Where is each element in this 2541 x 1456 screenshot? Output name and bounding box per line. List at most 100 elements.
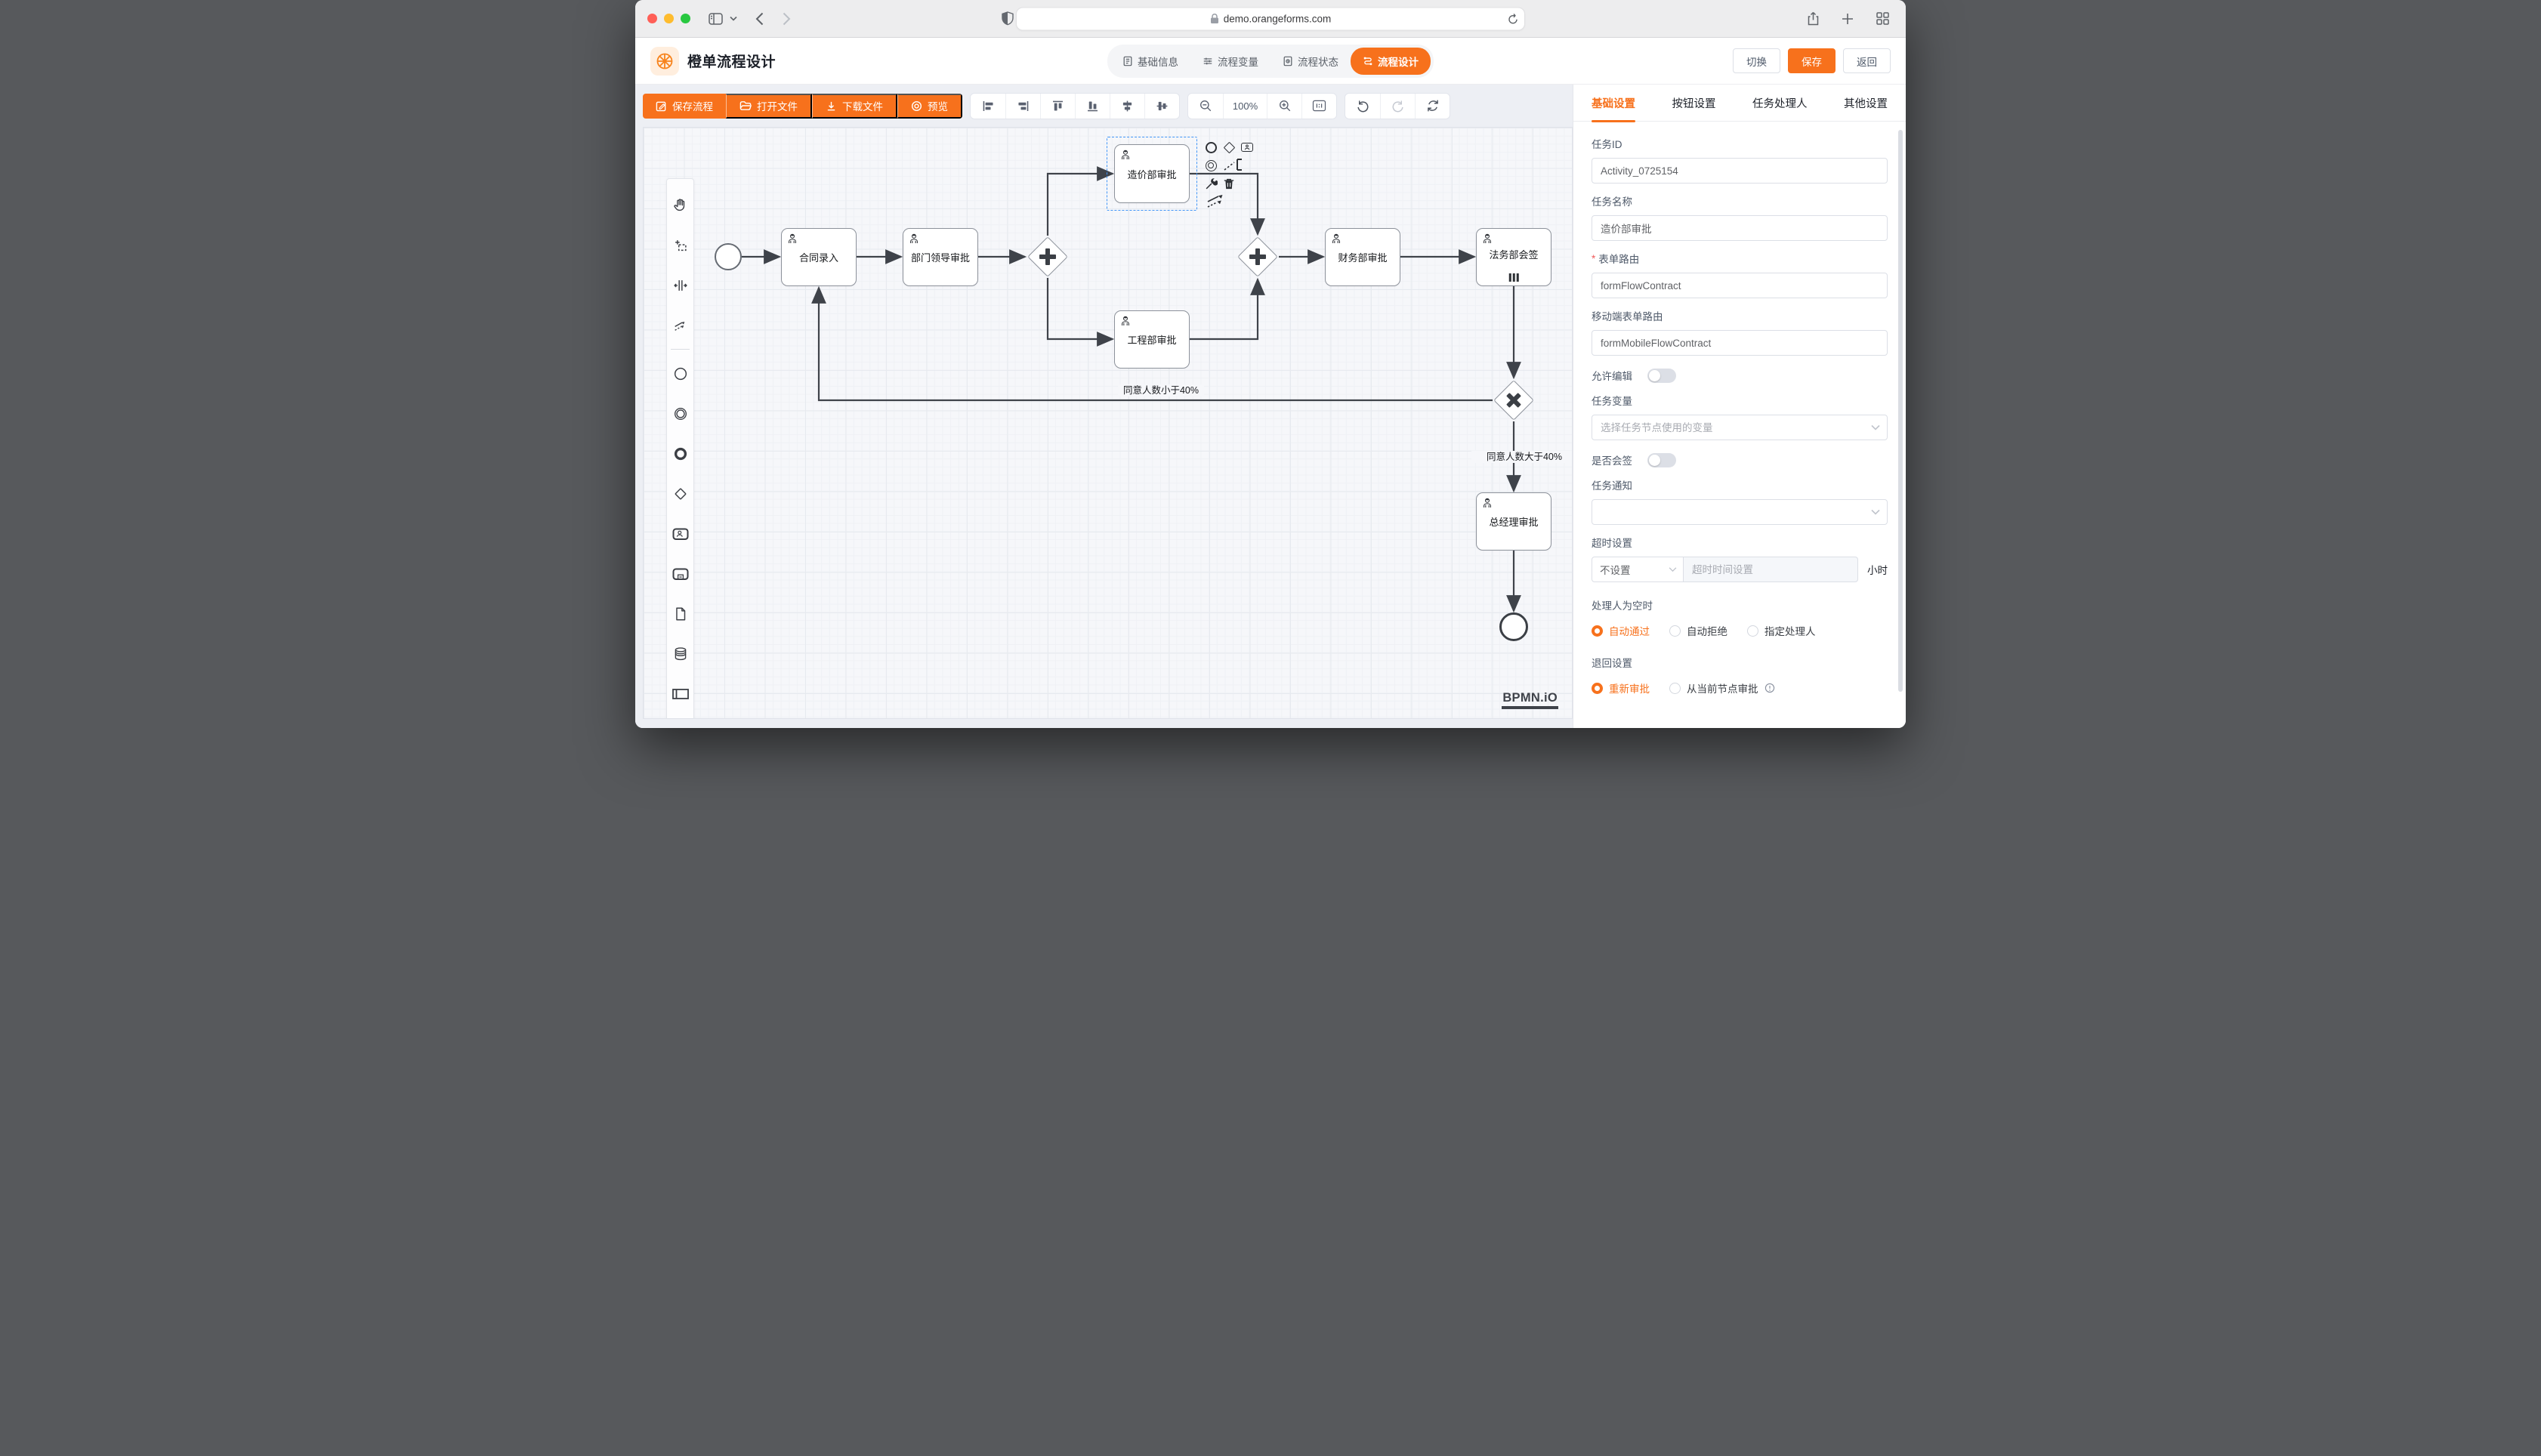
task-gm-approval[interactable]: 总经理审批 <box>1476 492 1551 551</box>
switch-button[interactable]: 切换 <box>1733 48 1780 73</box>
save-button[interactable]: 保存 <box>1788 48 1836 73</box>
tab-task-assignee[interactable]: 任务处理人 <box>1752 85 1808 122</box>
change-type-wrench-icon[interactable] <box>1203 176 1218 191</box>
connect-tool-icon[interactable] <box>1203 194 1229 209</box>
timeout-mode-select[interactable]: 不设置 <box>1592 557 1684 582</box>
create-group-icon[interactable] <box>666 714 694 719</box>
create-intermediate-event-icon[interactable] <box>666 393 694 433</box>
info-icon[interactable] <box>1764 683 1775 693</box>
task-finance-dept-approval[interactable]: 财务部审批 <box>1325 228 1400 286</box>
form-route-input[interactable] <box>1592 273 1888 298</box>
space-tool-icon[interactable] <box>666 265 694 305</box>
radio-from-current-node[interactable]: 从当前节点审批 <box>1669 680 1775 696</box>
zoom-level[interactable]: 100% <box>1223 94 1267 119</box>
task-variable-select[interactable] <box>1592 415 1888 440</box>
task-id-input[interactable] <box>1592 158 1888 184</box>
align-left-button[interactable] <box>971 94 1005 119</box>
append-gateway-icon[interactable] <box>1221 140 1237 155</box>
create-data-object-icon[interactable] <box>666 594 694 634</box>
append-user-task-icon[interactable] <box>1240 140 1255 155</box>
align-right-button[interactable] <box>1005 94 1040 119</box>
save-flow-button[interactable]: 保存流程 <box>643 94 726 119</box>
reload-icon[interactable] <box>1508 13 1518 24</box>
download-file-button[interactable]: 下载文件 <box>812 94 897 119</box>
panel-scrollbar[interactable] <box>1898 130 1903 692</box>
edge-gateway-to-cost[interactable] <box>1048 174 1113 236</box>
close-window-button[interactable] <box>647 14 657 23</box>
tab-flow-status[interactable]: 流程状态 <box>1270 48 1351 75</box>
create-gateway-icon[interactable] <box>666 474 694 514</box>
undo-button[interactable] <box>1345 94 1380 119</box>
zoom-reset-button[interactable] <box>1301 94 1336 119</box>
start-event[interactable] <box>715 243 742 270</box>
redo-button[interactable] <box>1380 94 1415 119</box>
delete-trash-icon[interactable] <box>1221 176 1237 191</box>
parallel-gateway-split[interactable] <box>1027 236 1069 278</box>
new-tab-icon[interactable] <box>1836 8 1859 30</box>
timeout-value-input[interactable] <box>1684 557 1858 582</box>
tab-flow-variables[interactable]: 流程变量 <box>1190 48 1270 75</box>
global-connect-tool-icon[interactable] <box>666 305 694 345</box>
preview-button[interactable]: 预览 <box>897 94 962 119</box>
app-header: 橙单流程设计 基础信息 流程变量 流程状态 流程设计 切换 保存 返回 <box>635 38 1906 85</box>
create-end-event-icon[interactable] <box>666 433 694 474</box>
bpmn-canvas[interactable]: 合同录入 部门领导审批 造价部审批 <box>643 127 1573 719</box>
tab-other-settings[interactable]: 其他设置 <box>1844 85 1888 122</box>
context-pad <box>1203 140 1261 212</box>
radio-auto-approve[interactable]: 自动通过 <box>1592 623 1650 638</box>
tab-basic-settings[interactable]: 基础设置 <box>1592 85 1635 122</box>
open-file-button[interactable]: 打开文件 <box>726 94 812 119</box>
task-dept-leader-approval[interactable]: 部门领导审批 <box>903 228 978 286</box>
append-end-event-icon[interactable] <box>1203 140 1218 155</box>
align-top-button[interactable] <box>1040 94 1075 119</box>
minimize-window-button[interactable] <box>664 14 674 23</box>
zoom-out-button[interactable] <box>1188 94 1223 119</box>
align-bottom-button[interactable] <box>1075 94 1110 119</box>
edge-label-lt40[interactable]: 同意人数小于40% <box>1118 384 1204 396</box>
url-bar[interactable]: demo.orangeforms.com <box>1016 7 1525 30</box>
edge-gateway-to-engineering[interactable] <box>1048 278 1113 339</box>
exclusive-gateway[interactable] <box>1493 379 1535 421</box>
task-engineering-dept-approval[interactable]: 工程部审批 <box>1114 310 1190 369</box>
task-cost-dept-approval[interactable]: 造价部审批 <box>1114 144 1190 203</box>
sidebar-icon[interactable] <box>704 8 727 30</box>
parallel-gateway-join[interactable] <box>1237 236 1279 278</box>
back-button-app[interactable]: 返回 <box>1843 48 1891 73</box>
append-intermediate-event-icon[interactable] <box>1203 158 1218 173</box>
align-center-horizontal-button[interactable] <box>1110 94 1144 119</box>
forward-button[interactable] <box>775 8 798 30</box>
chevron-down-icon[interactable] <box>727 8 740 30</box>
share-icon[interactable] <box>1802 8 1824 30</box>
radio-restart-approval[interactable]: 重新审批 <box>1592 680 1650 696</box>
lasso-tool-icon[interactable] <box>666 225 694 265</box>
create-user-task-icon[interactable] <box>666 514 694 554</box>
create-subprocess-icon[interactable] <box>666 554 694 594</box>
task-legal-dept-countersign[interactable]: 法务部会签 <box>1476 228 1551 286</box>
back-button[interactable] <box>748 8 770 30</box>
tab-button-settings[interactable]: 按钮设置 <box>1672 85 1716 122</box>
radio-auto-reject[interactable]: 自动拒绝 <box>1669 623 1727 638</box>
append-text-annotation-icon[interactable] <box>1221 158 1247 173</box>
task-name-input[interactable] <box>1592 215 1888 241</box>
edge-engineering-to-join[interactable] <box>1190 279 1258 339</box>
end-event[interactable] <box>1499 612 1528 641</box>
create-data-store-icon[interactable] <box>666 634 694 674</box>
task-contract-entry[interactable]: 合同录入 <box>781 228 857 286</box>
refresh-button[interactable] <box>1415 94 1450 119</box>
mobile-route-input[interactable] <box>1592 330 1888 356</box>
edge-label-gt40[interactable]: 同意人数大于40% <box>1471 451 1573 463</box>
align-center-vertical-button[interactable] <box>1144 94 1179 119</box>
create-start-event-icon[interactable] <box>666 353 694 393</box>
tab-overview-icon[interactable] <box>1871 8 1894 30</box>
countersign-toggle[interactable] <box>1647 453 1676 467</box>
zoom-window-button[interactable] <box>681 14 690 23</box>
tab-basic-info[interactable]: 基础信息 <box>1110 48 1190 75</box>
zoom-in-button[interactable] <box>1267 94 1301 119</box>
create-participant-icon[interactable] <box>666 674 694 714</box>
allow-edit-toggle[interactable] <box>1647 369 1676 383</box>
hand-tool-icon[interactable] <box>666 185 694 225</box>
task-notify-select[interactable] <box>1592 499 1888 525</box>
bpmn-io-logo[interactable]: BPMN.iO <box>1502 691 1558 709</box>
radio-assign-handler[interactable]: 指定处理人 <box>1747 623 1816 638</box>
tab-flow-design[interactable]: 流程设计 <box>1351 48 1431 75</box>
